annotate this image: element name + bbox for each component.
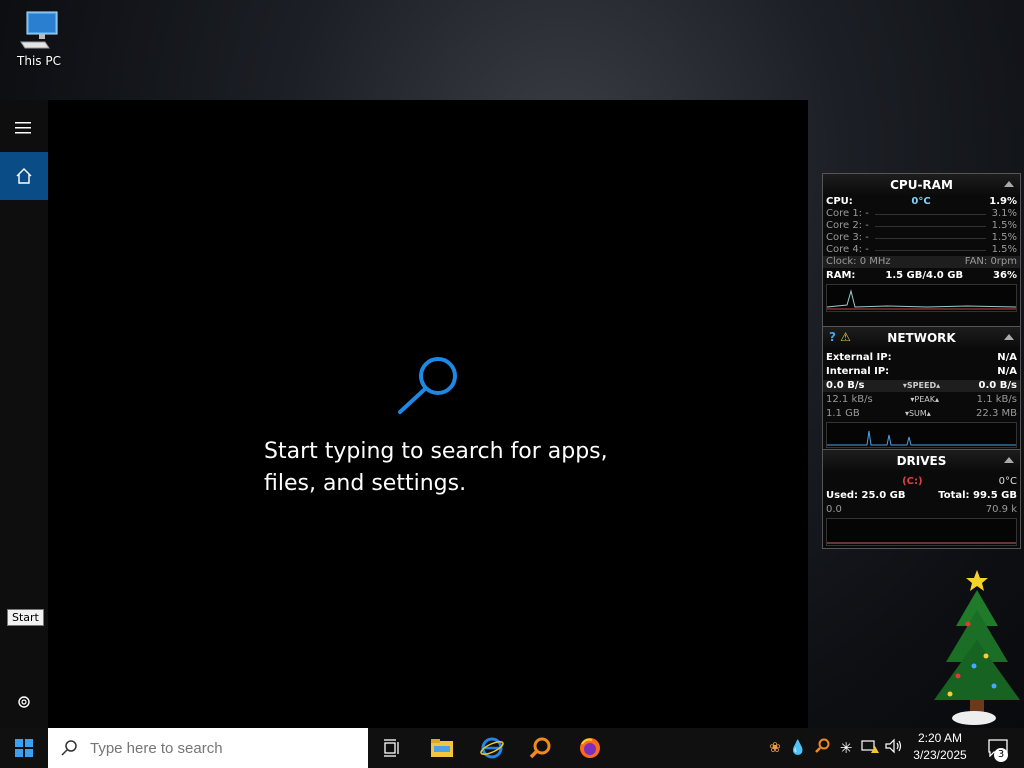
notification-count-badge: 3 bbox=[994, 748, 1008, 762]
taskbar-search-box[interactable] bbox=[48, 728, 368, 768]
search-hint-text: Start typing to search for apps, files, … bbox=[264, 439, 608, 496]
computer-icon bbox=[17, 8, 61, 52]
start-search-panel: Start typing to search for apps, files, … bbox=[0, 100, 808, 728]
hamburger-menu-button[interactable] bbox=[0, 104, 48, 152]
drive-graph bbox=[826, 518, 1017, 546]
peak-row: 12.1 kB/s ▾PEAK▴ 1.1 kB/s bbox=[826, 394, 1017, 405]
search-input[interactable] bbox=[88, 738, 352, 758]
network-widget: ? ⚠ NETWORK External IP: N/A Internal IP: N… bbox=[822, 326, 1021, 450]
network-graph bbox=[826, 422, 1017, 448]
task-view-button[interactable] bbox=[368, 728, 416, 768]
collapse-icon[interactable] bbox=[1004, 457, 1014, 463]
cpu-ram-widget: CPU-RAM CPU: 0°C 1.9% Core 1: -3.1% Core 2… bbox=[822, 173, 1021, 327]
windows-logo-icon bbox=[15, 739, 33, 757]
hamburger-icon bbox=[15, 122, 31, 134]
core-row: Core 1: -3.1% bbox=[826, 208, 1017, 219]
external-ip-row: External IP: N/A bbox=[826, 352, 1017, 363]
network-header[interactable]: ? ⚠ NETWORK bbox=[823, 327, 1020, 349]
taskbar: ❀ 💧 ✳ 2:20 AM 3/23/2025 3 bbox=[0, 728, 1024, 768]
search-illustration-icon bbox=[396, 352, 466, 426]
drive-io-row: 0.0 70.9 k bbox=[826, 504, 1017, 515]
tray-app-icon[interactable]: ❀ bbox=[764, 740, 786, 756]
volume-icon[interactable] bbox=[882, 738, 906, 758]
ram-row: RAM: 1.5 GB/4.0 GB 36% bbox=[826, 270, 1017, 281]
tray-magnifier-icon[interactable] bbox=[810, 738, 834, 758]
sum-row: 1.1 GB ▾SUM▴ 22.3 MB bbox=[826, 408, 1017, 419]
file-explorer-button[interactable] bbox=[418, 728, 466, 768]
start-tooltip: Start bbox=[7, 609, 44, 626]
cpu-row: CPU: 0°C 1.9% bbox=[826, 196, 1017, 207]
speed-row: 0.0 B/s ▾SPEED▴ 0.0 B/s bbox=[823, 380, 1020, 392]
internet-explorer-icon bbox=[480, 737, 504, 759]
collapse-icon[interactable] bbox=[1004, 334, 1014, 340]
firefox-icon bbox=[580, 738, 600, 758]
this-pc-desktop-icon[interactable]: This PC bbox=[10, 8, 68, 68]
cpu-ram-graph bbox=[826, 284, 1017, 312]
cpu-ram-header[interactable]: CPU-RAM bbox=[823, 174, 1020, 196]
clock-date: 3/23/2025 bbox=[913, 748, 967, 762]
task-view-icon bbox=[384, 739, 399, 757]
tray-snowflake-icon[interactable]: ✳ bbox=[834, 739, 858, 757]
start-button[interactable] bbox=[0, 728, 48, 768]
settings-button[interactable] bbox=[0, 684, 48, 720]
search-icon bbox=[61, 740, 77, 756]
firefox-button[interactable] bbox=[566, 728, 614, 768]
drives-header[interactable]: DRIVES bbox=[823, 450, 1020, 472]
christmas-tree-gadget bbox=[928, 566, 1022, 732]
gear-icon bbox=[18, 696, 30, 708]
collapse-icon[interactable] bbox=[1004, 181, 1014, 187]
clock-time: 2:20 AM bbox=[917, 731, 963, 745]
search-app-button[interactable] bbox=[516, 728, 564, 768]
drive-letter-row: (C:) 0°C bbox=[902, 476, 1017, 487]
network-warning-icon[interactable] bbox=[858, 738, 882, 758]
this-pc-label: This PC bbox=[17, 54, 61, 68]
magnifier-app-icon bbox=[529, 737, 551, 759]
start-rail bbox=[0, 100, 48, 728]
help-warning-icons[interactable]: ? ⚠ bbox=[829, 330, 851, 344]
drives-widget: DRIVES (C:) 0°C Used: 25.0 GB Total: 99.5 … bbox=[822, 449, 1021, 549]
tray-drop-icon[interactable]: 💧 bbox=[786, 740, 810, 756]
core-row: Core 4: -1.5% bbox=[826, 244, 1017, 255]
drive-usage-row: Used: 25.0 GB Total: 99.5 GB bbox=[826, 490, 1017, 501]
taskbar-clock[interactable]: 2:20 AM 3/23/2025 bbox=[908, 730, 972, 764]
action-center-button[interactable]: 3 bbox=[978, 728, 1018, 768]
system-tray: ❀ 💧 ✳ bbox=[764, 728, 906, 768]
home-button[interactable] bbox=[0, 152, 48, 200]
folder-icon bbox=[431, 739, 453, 757]
clock-row: Clock: 0 MHz FAN: 0rpm bbox=[823, 256, 1020, 268]
home-icon bbox=[16, 168, 32, 184]
core-row: Core 3: -1.5% bbox=[826, 232, 1017, 243]
core-row: Core 2: -1.5% bbox=[826, 220, 1017, 231]
internal-ip-row: Internal IP: N/A bbox=[826, 366, 1017, 377]
internet-explorer-button[interactable] bbox=[468, 728, 516, 768]
